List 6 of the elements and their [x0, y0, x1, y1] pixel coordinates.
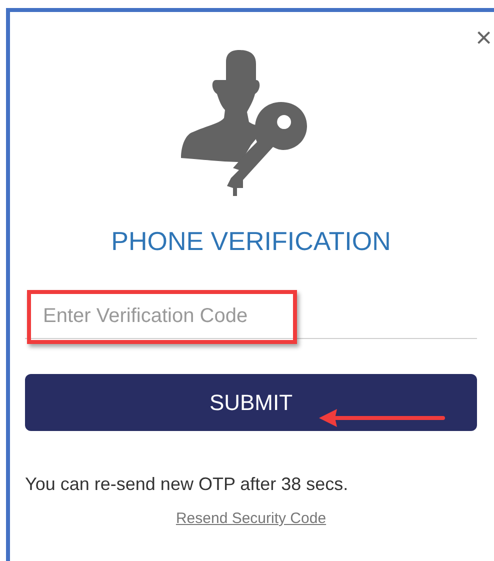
close-button[interactable]: × — [476, 24, 492, 52]
dialog-title: PHONE VERIFICATION — [111, 228, 391, 254]
resend-link[interactable]: Resend Security Code — [176, 508, 326, 530]
verification-code-field[interactable]: Enter Verification Code — [25, 294, 477, 338]
submit-button[interactable]: SUBMIT — [25, 374, 477, 431]
countdown-text: You can re-send new OTP after 38 secs. — [25, 473, 350, 496]
